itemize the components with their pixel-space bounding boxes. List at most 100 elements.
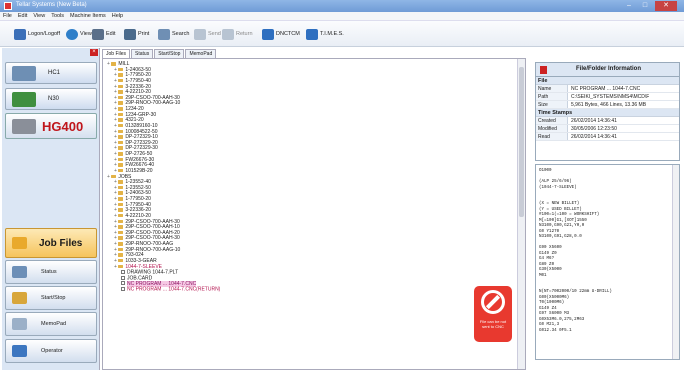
menu-tools[interactable]: Tools <box>48 12 67 21</box>
operator-icon <box>12 345 27 357</box>
minimize-button[interactable]: – <box>622 1 636 11</box>
tab-job-files[interactable]: Job Files <box>102 49 131 58</box>
times-button[interactable]: T.I.M.E.S. <box>306 27 344 41</box>
file-icon <box>121 287 125 291</box>
tab-start-stop[interactable]: Start/Stop <box>154 49 185 58</box>
folder-icon <box>118 140 124 145</box>
folder-icon <box>118 146 124 150</box>
folder-icon <box>118 247 124 252</box>
app-window: Tellar Systems (New Beta) – □ ✕ File Edit… <box>0 0 684 370</box>
machine-n30[interactable]: N30 <box>5 88 97 110</box>
folder-icon <box>118 180 124 184</box>
folder-icon <box>118 118 124 122</box>
folder-icon <box>118 264 124 268</box>
nav-job-files[interactable]: Job Files <box>5 228 97 258</box>
return-icon <box>222 28 234 40</box>
print-button[interactable]: Print <box>124 27 149 41</box>
machine-hg400[interactable]: HG400 <box>5 113 97 139</box>
title-bar: Tellar Systems (New Beta) – □ ✕ <box>0 0 684 12</box>
tree-item[interactable]: NC PROGRAM ... 1044-7.CNC(RETURN) <box>107 287 220 293</box>
file-icon <box>121 275 125 280</box>
user-icon <box>14 28 26 40</box>
menu-machine-items[interactable]: Machine Items <box>67 12 109 21</box>
tree-item-label: NC PROGRAM ... 1044-7.CNC(RETURN) <box>127 286 221 293</box>
close-pane-icon[interactable]: × <box>90 49 98 56</box>
folder-icon <box>118 163 124 167</box>
file-section-header: File <box>536 77 679 85</box>
folder-icon <box>118 112 124 117</box>
folder-icon <box>118 67 124 72</box>
folder-icon <box>118 253 124 257</box>
folder-icon <box>111 174 117 178</box>
info-row-path: Path C:\SEIKI_SYSTEMS\NMS4\MCD\F <box>536 93 679 101</box>
memopad-icon <box>12 318 27 330</box>
file-tree-panel: + MILL + 1-24063-50 + 1-77950-20 + 1-77950-… <box>102 58 526 370</box>
file-icon <box>121 270 125 275</box>
logon-button[interactable]: Logon/Logoff <box>14 27 60 41</box>
maximize-button[interactable]: □ <box>638 1 652 11</box>
tab-status[interactable]: Status <box>131 49 154 58</box>
folder-icon <box>118 123 124 128</box>
folder-icon <box>118 107 124 111</box>
nc-code: O1000 (ALP 25/6/96) (1044-7-SLEEVE) (X = NE… <box>539 169 612 334</box>
machine-icon <box>12 91 36 107</box>
folder-icon <box>118 135 124 139</box>
folder-icon <box>118 191 124 195</box>
nav-operator[interactable]: Operator <box>5 339 97 363</box>
window-title: Tellar Systems (New Beta) <box>16 2 87 8</box>
folder-icon <box>118 258 124 263</box>
info-header: File/Folder Information <box>536 63 679 77</box>
toolbar: Logon/Logoff View Edit Print Search Send… <box>0 21 684 47</box>
send-blocked-indicator: File can be not sent to CNC <box>474 286 512 342</box>
menu-edit[interactable]: Edit <box>15 12 30 21</box>
folder-icon <box>118 213 124 218</box>
folder-icon <box>118 230 124 235</box>
code-line: N(NT=7002000/10 22mm U-DRILL) <box>539 290 612 294</box>
folder-icon <box>118 157 124 162</box>
menu-help[interactable]: Help <box>109 12 126 21</box>
nav-memopad[interactable]: MemoPad <box>5 312 97 336</box>
edit-button[interactable]: Edit <box>92 27 115 41</box>
file-icon <box>121 281 125 286</box>
nc-program-preview[interactable]: O1000 (ALP 25/6/96) (1044-7-SLEEVE) (X = NE… <box>535 164 680 360</box>
no-entry-icon <box>481 290 505 314</box>
folder-icon <box>118 219 124 223</box>
folder-icon <box>118 236 124 240</box>
info-row-name: Name NC PROGRAM ... 1044-7.CNC <box>536 85 679 93</box>
printer-icon <box>124 28 136 40</box>
menu-file[interactable]: File <box>0 12 15 21</box>
return-button[interactable]: Return <box>222 27 253 41</box>
status-icon <box>12 266 27 278</box>
info-title: File/Folder Information <box>575 66 641 72</box>
machine-hc1[interactable]: HC1 <box>5 62 97 84</box>
tab-memopad[interactable]: MemoPad <box>185 49 217 58</box>
folder-icon <box>118 95 124 100</box>
search-button[interactable]: Search <box>158 27 189 41</box>
folder-icon <box>118 90 124 94</box>
code-line: G012.34 0F5.1 <box>539 328 572 333</box>
send-button[interactable]: Send <box>194 27 221 41</box>
folder-icon <box>118 84 124 88</box>
folder-icon <box>118 197 124 201</box>
info-row-modified: Modified 30/05/2006 12:23:50 <box>536 125 679 133</box>
close-button[interactable]: ✕ <box>655 1 677 11</box>
nav-start-stop[interactable]: Start/Stop <box>5 286 97 310</box>
folder-icon <box>118 168 124 173</box>
nav-status[interactable]: Status <box>5 260 97 284</box>
dnctcm-button[interactable]: DNCTCM <box>262 27 300 41</box>
tree-scrollbar[interactable] <box>517 59 525 369</box>
folder-icon <box>118 225 124 229</box>
folder-icon <box>118 208 124 212</box>
startstop-icon <box>12 292 27 304</box>
scissors-icon <box>92 28 104 40</box>
preview-scrollbar[interactable] <box>672 165 679 359</box>
menu-view[interactable]: View <box>30 12 48 21</box>
send-blocked-text: File can be not sent to CNC <box>479 319 507 329</box>
folder-icon <box>118 78 124 83</box>
file-info-panel: File/Folder Information File Name NC PROG… <box>535 62 680 161</box>
scroll-thumb[interactable] <box>519 67 524 217</box>
machine-icon <box>12 65 36 81</box>
view-button[interactable]: View <box>66 27 92 41</box>
file-tree: + MILL + 1-24063-50 + 1-77950-20 + 1-77950-… <box>107 61 220 293</box>
menu-bar: File Edit View Tools Machine Items Help <box>0 12 684 21</box>
